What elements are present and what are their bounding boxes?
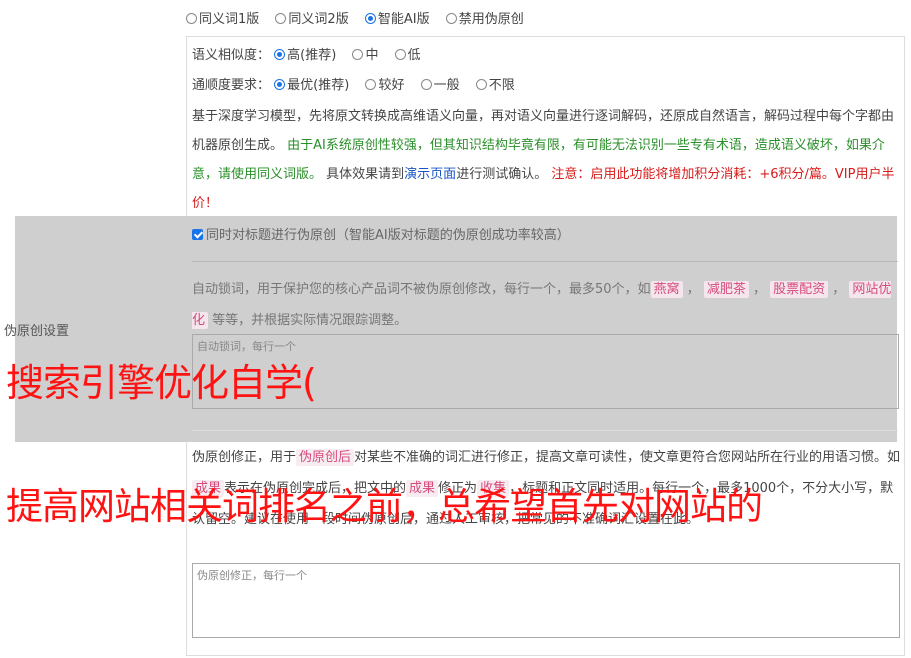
radio-icon[interactable] <box>365 79 377 90</box>
radio-icon[interactable] <box>475 79 487 90</box>
fluency-good[interactable]: 较好 <box>365 78 404 93</box>
similarity-low[interactable]: 低 <box>394 48 421 63</box>
ai-description: 基于深度学习模型，先将原文转换成高维语义向量，再对语义向量进行逐词解码，还原成自… <box>192 109 895 211</box>
radio-selected-icon[interactable] <box>274 79 286 90</box>
similarity-mid[interactable]: 中 <box>352 48 378 63</box>
similarity-high[interactable]: 高(推荐) <box>274 48 336 63</box>
radio-icon[interactable] <box>352 49 364 60</box>
fluency-row: 通顺度要求： 最优(推荐) 较好 一般 不限 <box>192 78 515 93</box>
radio-icon[interactable] <box>275 13 287 24</box>
fluency-best[interactable]: 最优(推荐) <box>274 78 349 93</box>
overlay-text-line2: 提高网站相关词排名之前，总希望首先对网站的 <box>6 485 763 528</box>
divider <box>192 430 898 431</box>
radio-selected-icon[interactable] <box>364 13 376 24</box>
radio-icon[interactable] <box>445 13 457 24</box>
fix-words-input[interactable] <box>192 563 900 638</box>
mode-option-disable[interactable]: 禁用伪原创 <box>445 12 524 27</box>
similarity-row: 语义相似度： 高(推荐) 中 低 <box>192 48 421 63</box>
divider <box>192 261 898 262</box>
radio-selected-icon[interactable] <box>274 49 286 60</box>
settings-label: 伪原创设置 <box>4 324 70 339</box>
checkbox-checked-icon[interactable] <box>192 229 203 240</box>
lock-words-description: 自动锁词，用于保护您的核心产品词不被伪原创修改，每行一个，最多50个，如 燕窝 ，… <box>192 281 892 329</box>
title-rewrite-option[interactable]: 同时对标题进行伪原创（智能AI版对标题的伪原创成功率较高） <box>192 226 570 246</box>
radio-icon[interactable] <box>186 13 197 24</box>
mode-option-synonym2[interactable]: 同义词2版 <box>275 12 349 27</box>
overlay-text-line1: 搜索引擎优化自学( <box>6 361 317 405</box>
radio-icon[interactable] <box>394 49 406 60</box>
fluency-normal[interactable]: 一般 <box>420 78 460 93</box>
mode-option-synonym1[interactable]: 同义词1版 <box>186 12 259 27</box>
radio-icon[interactable] <box>420 79 432 90</box>
demo-page-link[interactable]: 演示页面 <box>404 167 456 182</box>
mode-option-ai[interactable]: 智能AI版 <box>364 12 430 27</box>
fluency-any[interactable]: 不限 <box>475 78 515 93</box>
mode-radio-group: 同义词1版 同义词2版 智能AI版 禁用伪原创 <box>186 10 536 30</box>
